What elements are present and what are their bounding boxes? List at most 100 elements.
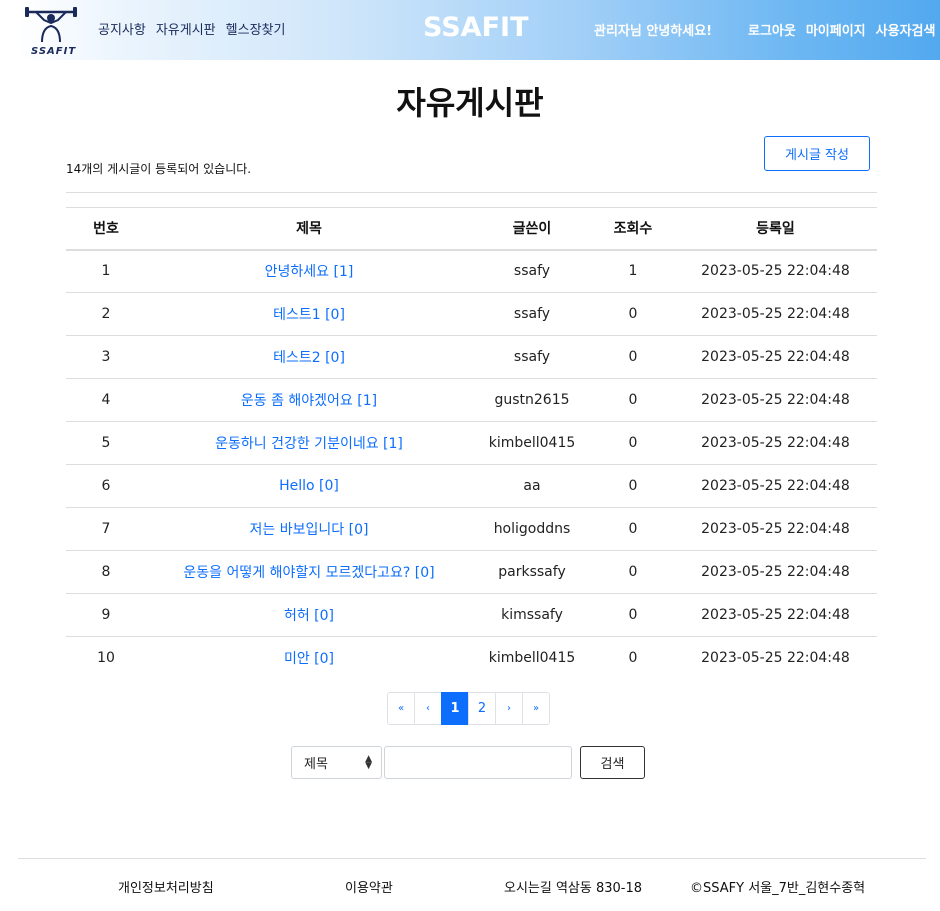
table-row: 3 테스트2 [0] ssafy 0 2023-05-25 22:04:48	[66, 335, 877, 379]
row-views: 0	[592, 421, 674, 465]
table-row: 10 미안 [0] kimbell0415 0 2023-05-25 22:04…	[66, 637, 877, 680]
row-date: 2023-05-25 22:04:48	[674, 464, 877, 508]
table-header-row: 번호 제목 글쓴이 조회수 등록일	[66, 207, 877, 251]
logo-text: SSAFIT	[31, 46, 77, 57]
row-author: holigoddns	[472, 507, 592, 551]
row-date: 2023-05-25 22:04:48	[674, 593, 877, 637]
row-date: 2023-05-25 22:04:48	[674, 378, 877, 422]
row-title-link[interactable]: 운동 좀 해야겠어요 [1]	[146, 378, 472, 422]
row-number: 8	[66, 550, 146, 594]
row-number: 4	[66, 378, 146, 422]
row-date: 2023-05-25 22:04:48	[674, 292, 877, 336]
row-author: kimbell0415	[488, 650, 576, 667]
nav-free-board[interactable]: 자유게시판	[156, 19, 216, 38]
row-number: 5	[66, 421, 146, 465]
divider	[66, 192, 877, 193]
table-row: 8 운동을 어떻게 해야할지 모르겠다고요? [0] parkssafy 0 2…	[66, 550, 877, 594]
row-title-link[interactable]: 테스트2 [0]	[146, 335, 472, 379]
write-post-button[interactable]: 게시글 작성	[764, 136, 870, 171]
row-author: aa	[472, 464, 592, 508]
row-number: 10	[97, 650, 115, 667]
row-author: ssafy	[472, 292, 592, 336]
table-row: 9 허허 [0] kimssafy 0 2023-05-25 22:04:48	[66, 593, 877, 637]
table-row: 1 안녕하세요 [1] ssafy 1 2023-05-25 22:04:48	[66, 249, 877, 293]
copyright-text: ©SSAFY 서울_7반_김현수종혁	[690, 881, 866, 896]
row-author: gustn2615	[472, 378, 592, 422]
row-title-link[interactable]: 운동하니 건강한 기분이네요 [1]	[146, 421, 472, 465]
row-views: 1	[592, 249, 674, 293]
row-views: 0	[592, 335, 674, 379]
table-row: 4 운동 좀 해야겠어요 [1] gustn2615 0 2023-05-25 …	[66, 378, 877, 422]
row-views: 0	[628, 650, 638, 667]
prev-page-button[interactable]: ‹	[414, 692, 442, 725]
last-page-button[interactable]: »	[522, 692, 550, 725]
col-header-number: 번호	[66, 207, 146, 251]
col-header-author: 글쓴이	[472, 207, 592, 251]
privacy-policy-link[interactable]: 개인정보처리방침	[118, 877, 214, 896]
next-page-button[interactable]: ›	[495, 692, 523, 725]
page-button-2[interactable]: 2	[468, 692, 496, 725]
row-date: 2023-05-25 22:04:48	[674, 550, 877, 594]
search-input[interactable]	[384, 746, 572, 779]
row-date: 2023-05-25 22:04:48	[674, 421, 877, 465]
col-header-views: 조회수	[592, 207, 674, 251]
search-button[interactable]: 검색	[580, 746, 645, 779]
row-number: 2	[66, 292, 146, 336]
mypage-link[interactable]: 마이페이지	[806, 20, 866, 39]
post-count-text: 14개의 게시글이 등록되어 있습니다.	[66, 162, 252, 176]
table-row: 2 테스트1 [0] ssafy 0 2023-05-25 22:04:48	[66, 292, 877, 336]
nav-notice[interactable]: 공지사항	[98, 19, 146, 38]
row-views: 0	[592, 292, 674, 336]
pagination: « ‹ 1 2 › »	[387, 692, 550, 725]
logout-link[interactable]: 로그아웃	[748, 20, 796, 39]
first-page-button[interactable]: «	[387, 692, 415, 725]
user-nav: 로그아웃 마이페이지 사용자검색	[748, 20, 935, 39]
row-title-link[interactable]: 안녕하세요 [1]	[146, 249, 472, 293]
row-number: 6	[66, 464, 146, 508]
search-type-value: 제목	[304, 757, 328, 772]
table-row: 7 저는 바보입니다 [0] holigoddns 0 2023-05-25 2…	[66, 507, 877, 551]
row-views: 0	[592, 464, 674, 508]
col-header-title: 제목	[146, 207, 472, 251]
row-views: 0	[592, 593, 674, 637]
table-row: 5 운동하니 건강한 기분이네요 [1] kimbell0415 0 2023-…	[66, 421, 877, 465]
board-table: 번호 제목 글쓴이 조회수 등록일 1 안녕하세요 [1] ssafy 1 20…	[66, 207, 877, 680]
directions-text: 오시는길 역삼동 830-18	[504, 881, 643, 896]
row-author: kimbell0415	[472, 421, 592, 465]
row-number: 1	[66, 249, 146, 293]
page-button-1[interactable]: 1	[441, 692, 469, 725]
col-header-date: 등록일	[674, 207, 877, 251]
row-title-link[interactable]: 저는 바보입니다 [0]	[146, 507, 472, 551]
row-date: 2023-05-25 22:04:48	[701, 650, 850, 667]
brand-title[interactable]: SSAFIT	[423, 12, 528, 43]
row-title-link[interactable]: 허허 [0]	[146, 593, 472, 637]
ssafit-logo[interactable]: SSAFIT	[22, 4, 80, 57]
table-row: 6 Hello [0] aa 0 2023-05-25 22:04:48	[66, 464, 877, 508]
main-nav: 공지사항 자유게시판 헬스장찾기	[98, 19, 285, 38]
search-type-select[interactable]: 제목 ▲ ▼	[291, 746, 382, 779]
row-author: parkssafy	[472, 550, 592, 594]
row-number: 3	[66, 335, 146, 379]
row-date: 2023-05-25 22:04:48	[674, 507, 877, 551]
nav-gym-finder[interactable]: 헬스장찾기	[226, 19, 286, 38]
footer-divider	[18, 858, 926, 859]
page-title: 자유게시판	[396, 84, 544, 122]
row-number: 7	[66, 507, 146, 551]
row-views: 0	[592, 507, 674, 551]
row-author: kimssafy	[472, 593, 592, 637]
top-header: SSAFIT 공지사항 자유게시판 헬스장찾기 SSAFIT 관리자님 안녕하세…	[18, 0, 940, 60]
row-title-link[interactable]: Hello [0]	[146, 464, 472, 508]
row-title-link[interactable]: 테스트1 [0]	[146, 292, 472, 336]
row-title-link[interactable]: 미안 [0]	[146, 637, 472, 680]
row-author: ssafy	[472, 335, 592, 379]
user-greeting: 관리자님 안녕하세요!	[594, 24, 713, 39]
row-title-link[interactable]: 운동을 어떻게 해야할지 모르겠다고요? [0]	[146, 550, 472, 594]
row-number: 9	[66, 593, 146, 637]
row-date: 2023-05-25 22:04:48	[674, 249, 877, 293]
terms-link[interactable]: 이용약관	[345, 877, 393, 896]
row-views: 0	[592, 378, 674, 422]
user-search-link[interactable]: 사용자검색	[876, 20, 936, 39]
row-author: ssafy	[472, 249, 592, 293]
select-arrows-icon: ▲ ▼	[365, 754, 372, 771]
row-date: 2023-05-25 22:04:48	[674, 335, 877, 379]
